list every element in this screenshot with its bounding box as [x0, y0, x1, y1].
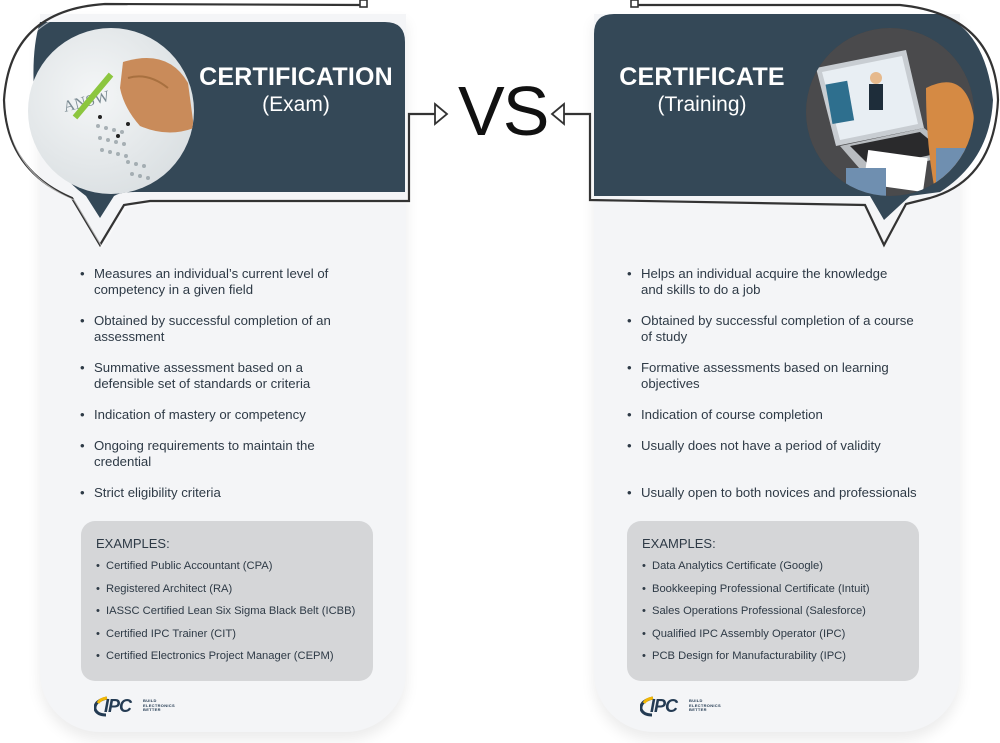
certification-title: CERTIFICATION: [199, 63, 393, 91]
bullet-item: Usually does not have a period of validi…: [627, 438, 927, 454]
vs-label: VS: [458, 72, 549, 150]
exam-answer-sheet-photo: ANSW: [28, 28, 194, 194]
certificate-examples-list: Data Analytics Certificate (Google) Book…: [642, 559, 870, 672]
example-item: Registered Architect (RA): [96, 582, 355, 596]
certificate-bullet-list: Helps an individual acquire the knowledg…: [627, 266, 927, 516]
certificate-examples-box: EXAMPLES: Data Analytics Certificate (Go…: [627, 521, 919, 681]
certification-title-block: CERTIFICATION (Exam): [196, 62, 396, 118]
ipc-logo-left: IPC BUILD ELECTRONICS BETTER: [94, 695, 175, 717]
bullet-item: Obtained by successful completion of an …: [80, 313, 350, 345]
example-item: Certified Electronics Project Manager (C…: [96, 649, 355, 663]
certificate-title-block: CERTIFICATE (Training): [602, 62, 802, 118]
connector-square-left: [359, 0, 368, 8]
example-item: IASSC Certified Lean Six Sigma Black Bel…: [96, 604, 355, 618]
bullet-item: Helps an individual acquire the knowledg…: [627, 266, 901, 298]
bullet-item: Formative assessments based on learning …: [627, 360, 911, 392]
bullet-item: Ongoing requirements to maintain the cre…: [80, 438, 350, 470]
certificate-subtitle: (Training): [657, 93, 747, 116]
online-training-laptop-photo: [806, 28, 974, 196]
examples-heading: EXAMPLES:: [642, 536, 716, 551]
certification-examples-list: Certified Public Accountant (CPA) Regist…: [96, 559, 355, 672]
ipc-logo-right: IPC BUILD ELECTRONICS BETTER: [640, 695, 721, 717]
bullet-item: Strict eligibility criteria: [80, 485, 350, 501]
bullet-item: Indication of mastery or competency: [80, 407, 350, 423]
ipc-tagline: BUILD ELECTRONICS BETTER: [143, 698, 175, 713]
example-item: Sales Operations Professional (Salesforc…: [642, 604, 870, 618]
example-item: Qualified IPC Assembly Operator (IPC): [642, 627, 870, 641]
bullet-item: Measures an individual’s current level o…: [80, 266, 350, 298]
certification-subtitle: (Exam): [262, 93, 330, 116]
example-item: Certified IPC Trainer (CIT): [96, 627, 355, 641]
bullet-item: Summative assessment based on a defensib…: [80, 360, 350, 392]
bullet-item: Obtained by successful completion of a c…: [627, 313, 927, 345]
ipc-tagline: BUILD ELECTRONICS BETTER: [689, 698, 721, 713]
ipc-swoosh-icon: IPC: [94, 695, 140, 717]
example-item: Certified Public Accountant (CPA): [96, 559, 355, 573]
certification-examples-box: EXAMPLES: Certified Public Accountant (C…: [81, 521, 373, 681]
example-item: Data Analytics Certificate (Google): [642, 559, 870, 573]
ipc-swoosh-icon: IPC: [640, 695, 686, 717]
certificate-title: CERTIFICATE: [619, 63, 785, 91]
example-item: PCB Design for Manufacturability (IPC): [642, 649, 870, 663]
arrow-right-icon: [434, 102, 449, 126]
example-item: Bookkeeping Professional Certificate (In…: [642, 582, 870, 596]
bullet-item: Usually open to both novices and profess…: [627, 485, 927, 501]
bullet-item: Indication of course completion: [627, 407, 927, 423]
certification-bullet-list: Measures an individual’s current level o…: [80, 266, 350, 516]
arrow-left-icon: [550, 102, 565, 126]
examples-heading: EXAMPLES:: [96, 536, 170, 551]
connector-square-right: [630, 0, 639, 8]
